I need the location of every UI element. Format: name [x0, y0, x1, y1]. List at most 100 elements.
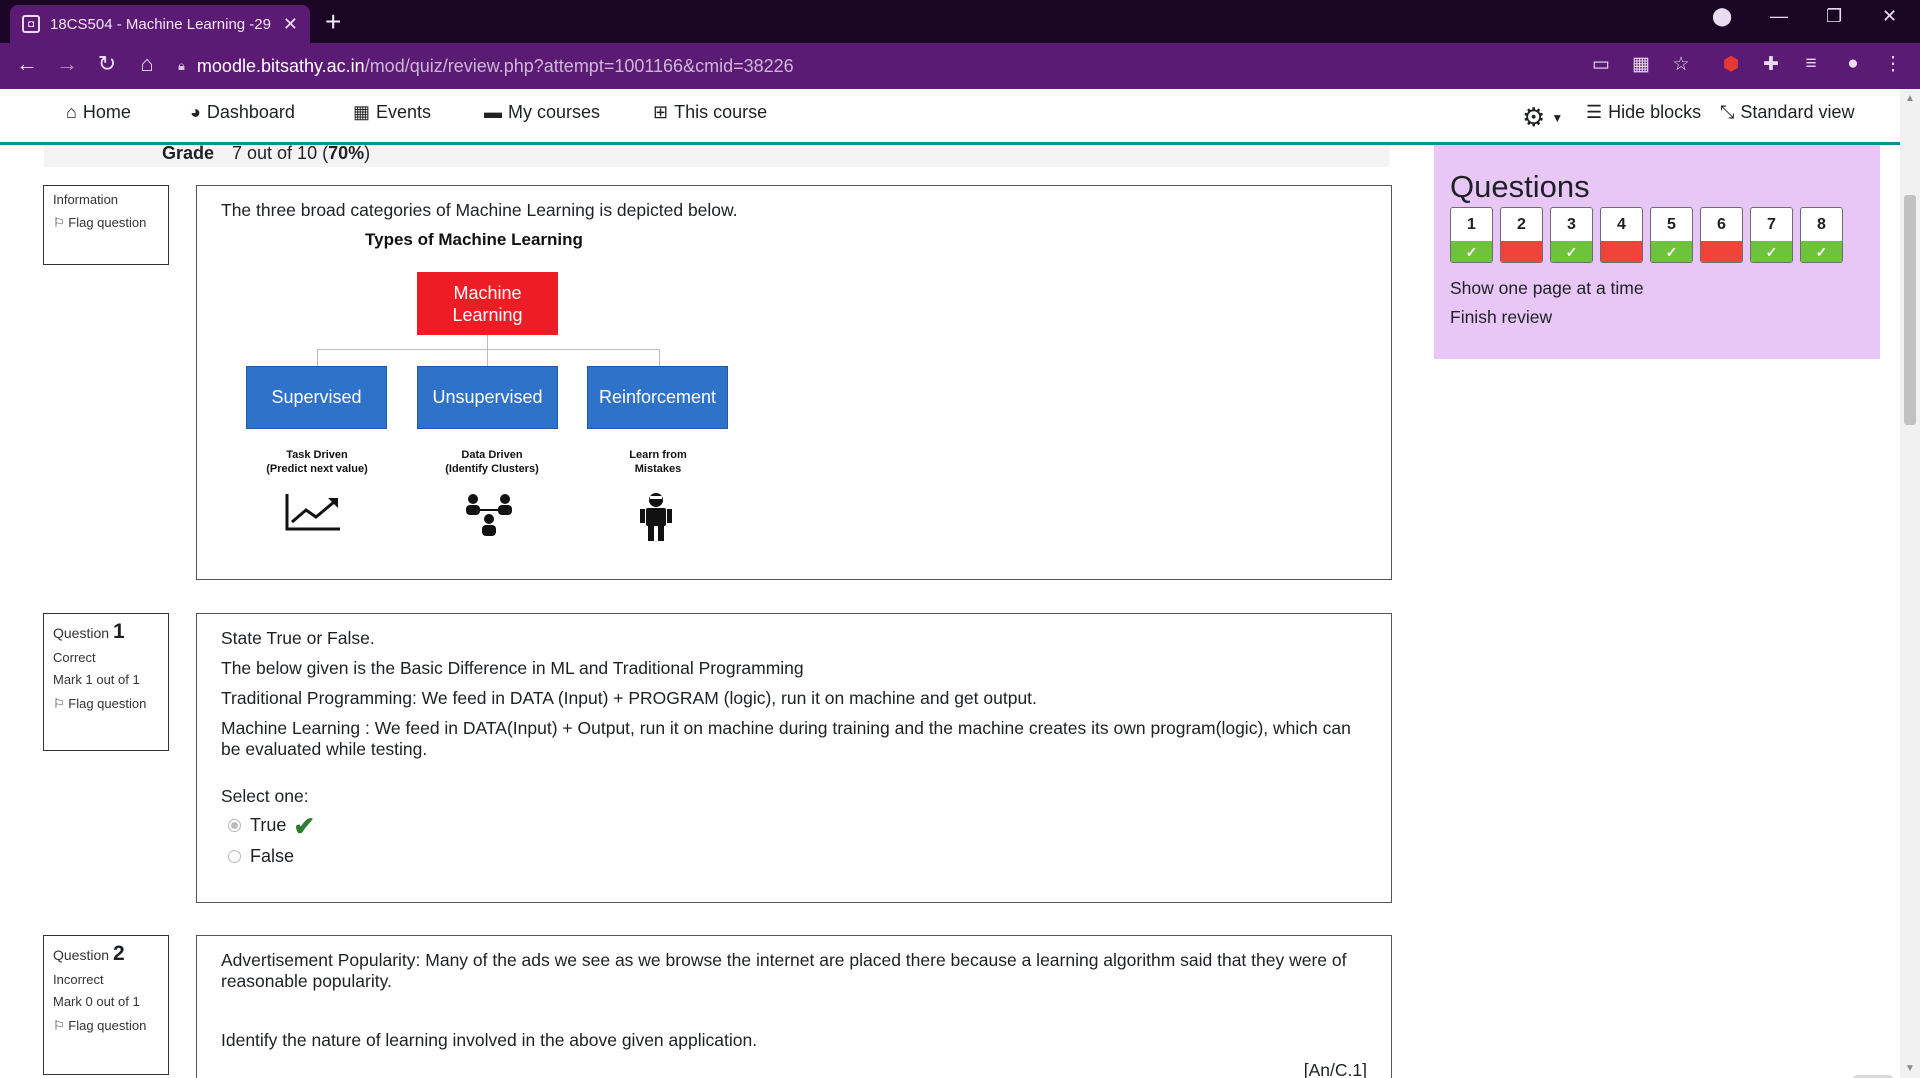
radio-true[interactable] [228, 819, 241, 832]
option-true[interactable]: True ✔ [221, 810, 1367, 841]
flag-question-link[interactable]: ⚐ Flag question [53, 1018, 159, 1033]
hide-blocks-button[interactable]: ☰ Hide blocks [1586, 102, 1701, 123]
question-1-state: Correct [53, 650, 96, 665]
option-false-label: False [250, 846, 295, 866]
browser-menu-icon[interactable]: ⋮ [1880, 53, 1906, 76]
url-bar[interactable]: 🔒︎ moodle.bitsathy.ac.in/mod/quiz/review… [178, 50, 1548, 82]
diagram-connector [659, 349, 660, 366]
question-nav-number: 6 [1717, 216, 1726, 233]
briefcase-icon: ▬ [484, 102, 502, 122]
extensions-puzzle-icon[interactable]: ✚ [1758, 53, 1784, 76]
nav-my-courses[interactable]: ▬ My courses [484, 102, 600, 123]
information-label: Information [53, 192, 119, 207]
diagram-unsupervised-box: Unsupervised [417, 366, 558, 429]
question-nav-button[interactable]: 2 [1500, 207, 1543, 263]
grade-value: 7 out of 10 (70%) [232, 145, 371, 163]
minimize-button[interactable]: — [1770, 6, 1788, 27]
sitemap-icon: ⊞ [653, 102, 669, 122]
standard-view-button[interactable]: ⤡ Standard view [1720, 102, 1854, 123]
standard-view-label: Standard view [1740, 102, 1855, 122]
reload-icon[interactable]: ↻ [92, 51, 122, 77]
page-content: Grade 7 out of 10 (70%) Information ⚐ Fl… [0, 145, 1900, 1078]
diagram-connector [317, 349, 318, 366]
lock-icon: 🔒︎ [178, 58, 185, 73]
browser-tab[interactable]: ◘ 18CS504 - Machine Learning -29 ✕ [10, 5, 310, 43]
question-nav-number: 5 [1667, 216, 1676, 233]
question-1-mark: Mark 1 out of 1 [53, 672, 140, 687]
question-1-info-box: Question 1 Correct Mark 1 out of 1 ⚐ Fla… [43, 613, 169, 751]
grade-row: Grade 7 out of 10 (70%) [44, 145, 1390, 167]
scroll-up-arrow-icon[interactable]: ▲ [1900, 93, 1920, 104]
home-icon[interactable]: ⌂ [132, 51, 162, 77]
question-nav-number: 7 [1767, 216, 1776, 233]
correct-check-icon: ✓ [1801, 241, 1842, 262]
browser-tab-bar: ◘ 18CS504 - Machine Learning -29 ✕ + ⬤ —… [0, 0, 1920, 43]
moodle-navbar: ⌂ Home ◕ Dashboard ▦ Events ▬ My courses… [0, 89, 1900, 145]
diagram-reinforcement-box: Reinforcement [587, 366, 728, 429]
tab-close-icon[interactable]: ✕ [283, 14, 298, 35]
question-nav-button[interactable]: 6 [1700, 207, 1743, 263]
diagram-connector [317, 349, 660, 350]
question-nav-button[interactable]: 5 ✓ [1650, 207, 1693, 263]
diagram-caption-reinforcement: Learn from Mistakes [629, 449, 687, 475]
question-nav-button[interactable]: 7 ✓ [1750, 207, 1793, 263]
address-toolbar: ← → ↻ ⌂ 🔒︎ moodle.bitsathy.ac.in/mod/qui… [0, 43, 1920, 89]
diagram-connector [487, 349, 488, 366]
flag-icon: ⚐ [53, 1018, 65, 1033]
diagram-supervised-box: Supervised [246, 366, 387, 429]
ml-types-diagram: Types of Machine Learning Machine Learni… [221, 230, 741, 550]
close-window-button[interactable]: ✕ [1882, 6, 1897, 27]
settings-menu[interactable]: ⚙ ▼ [1522, 102, 1563, 133]
question-nav-button[interactable]: 8 ✓ [1800, 207, 1843, 263]
incorrect-status-bar [1601, 241, 1642, 262]
compress-arrows-icon: ⤡ [1720, 102, 1735, 122]
flag-question-link[interactable]: ⚐ Flag question [53, 696, 159, 711]
scroll-down-arrow-icon[interactable]: ▼ [1900, 1063, 1920, 1074]
page-scrollbar[interactable]: ▲ ▼ [1900, 89, 1920, 1078]
bookmark-star-icon[interactable]: ☆ [1668, 53, 1694, 76]
information-text: The three broad categories of Machine Le… [221, 200, 738, 220]
option-false[interactable]: False [221, 844, 1367, 869]
gear-icon: ⚙ [1522, 102, 1546, 132]
profile-menu-icon[interactable]: ⬤ [1712, 6, 1732, 27]
nav-events[interactable]: ▦ Events [353, 102, 431, 123]
grade-label: Grade [162, 145, 215, 163]
question-nav-button[interactable]: 4 [1600, 207, 1643, 263]
back-icon[interactable]: ← [12, 51, 42, 77]
information-content: The three broad categories of Machine Le… [196, 185, 1392, 580]
question-nav-button[interactable]: 3 ✓ [1550, 207, 1593, 263]
nav-dashboard[interactable]: ◕ Dashboard [190, 102, 295, 123]
profile-avatar-icon[interactable]: ● [1840, 53, 1866, 75]
flag-question-link[interactable]: ⚐ Flag question [53, 215, 159, 230]
question-2-mark: Mark 0 out of 1 [53, 994, 140, 1009]
finish-review-link[interactable]: Finish review [1450, 307, 1552, 328]
question-nav-button[interactable]: 1 ✓ [1450, 207, 1493, 263]
caret-down-icon: ▼ [1551, 110, 1564, 125]
question-nav-number: 4 [1617, 216, 1626, 233]
restore-button[interactable]: ❐ [1826, 6, 1842, 27]
cluster-people-icon [466, 494, 512, 536]
media-queue-icon[interactable]: ≡ [1798, 53, 1824, 75]
diagram-caption-supervised: Task Driven (Predict next value) [266, 449, 368, 475]
correct-check-icon: ✔ [293, 810, 316, 841]
flag-icon: ⚐ [53, 696, 65, 711]
show-one-page-link[interactable]: Show one page at a time [1450, 278, 1644, 299]
cast-icon[interactable]: ▭ [1588, 53, 1614, 76]
diagram-root-box: Machine Learning [417, 272, 558, 335]
dashboard-gauge-icon: ◕ [190, 102, 201, 122]
qr-code-icon[interactable]: ▦ [1628, 53, 1654, 76]
url-domain: moodle.bitsathy.ac.in [196, 55, 365, 76]
option-true-label: True [250, 815, 287, 835]
information-info-box: Information ⚐ Flag question [43, 185, 169, 265]
nav-this-course[interactable]: ⊞ This course [653, 102, 767, 123]
nav-home[interactable]: ⌂ Home [66, 102, 131, 123]
question-nav-number: 1 [1467, 216, 1476, 233]
scrollbar-thumb[interactable] [1904, 195, 1916, 425]
question-nav-number: 3 [1567, 216, 1576, 233]
radio-false[interactable] [228, 850, 241, 863]
new-tab-button[interactable]: + [325, 6, 341, 38]
ublock-extension-icon[interactable]: ⬢ [1718, 53, 1744, 76]
forward-icon[interactable]: → [52, 51, 82, 77]
question-2-state: Incorrect [53, 972, 104, 987]
nav-this-course-label: This course [674, 102, 768, 122]
